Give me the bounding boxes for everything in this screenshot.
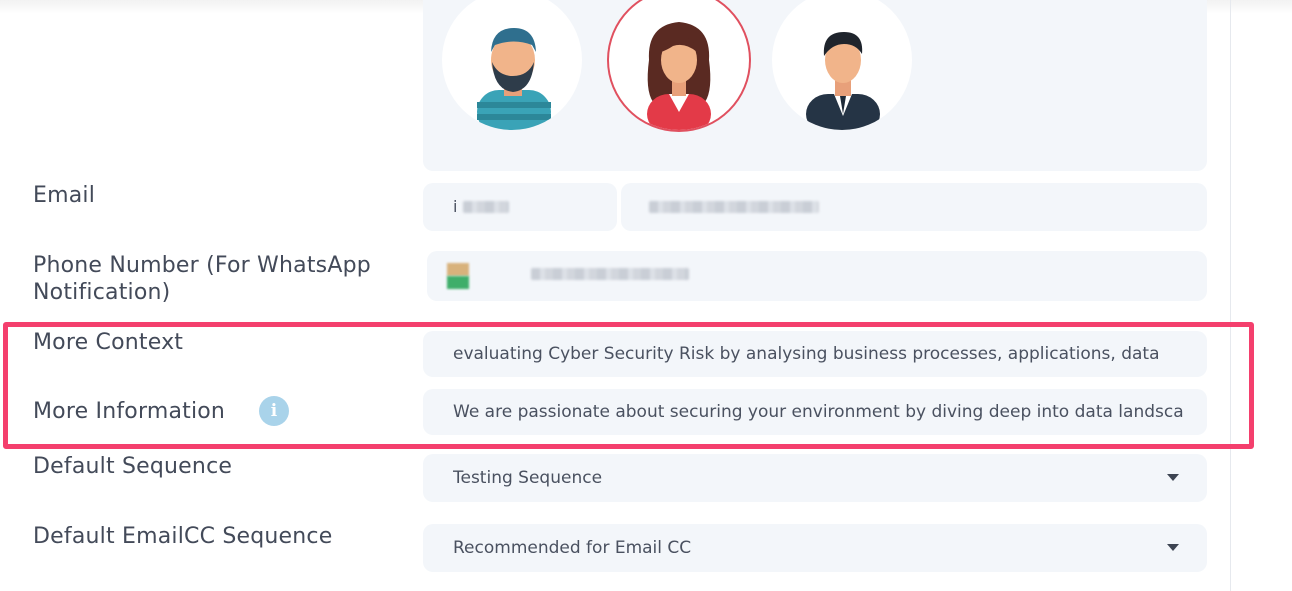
more-context-label: More Context [33,330,184,355]
default-sequence-label: Default Sequence [33,454,233,479]
info-icon[interactable]: i [259,396,289,426]
man-suit-avatar-icon [806,32,880,130]
woman-avatar-icon [647,22,711,130]
default-emailcc-sequence-value: Recommended for Email CC [453,538,692,558]
default-emailcc-sequence-select[interactable]: Recommended for Email CC [423,524,1207,572]
default-sequence-select[interactable]: Testing Sequence [423,454,1207,502]
right-divider [1230,0,1231,591]
avatar-option-man-suit[interactable] [772,0,912,130]
phone-label-line2: Notification) [33,280,171,305]
chevron-down-icon [1167,474,1179,481]
more-information-label: More Information [33,399,226,424]
more-context-value: evaluating Cyber Security Risk by analys… [453,344,1160,364]
more-context-field[interactable]: evaluating Cyber Security Risk by analys… [423,331,1207,377]
redacted-text [649,201,819,213]
country-flag-icon[interactable] [447,263,469,289]
email-local-value: i [453,197,458,216]
more-information-field[interactable]: We are passionate about securing your en… [423,389,1207,435]
man-beard-avatar-icon [477,28,551,130]
phone-label-line1: Phone Number (For WhatsApp [33,253,371,278]
default-emailcc-sequence-label: Default EmailCC Sequence [33,524,333,549]
redacted-text [463,201,509,213]
chevron-down-icon [1167,544,1179,551]
email-domain-field[interactable] [621,183,1207,231]
avatar-option-woman[interactable] [609,0,749,130]
phone-number-label: Phone Number (For WhatsApp Notification) [33,252,371,306]
avatar-option-man-beard[interactable] [442,0,582,130]
phone-number-field[interactable] [427,251,1207,301]
redacted-text [531,268,689,280]
more-information-value: We are passionate about securing your en… [453,402,1183,422]
avatar-selection-panel [423,0,1207,171]
email-label: Email [33,183,96,208]
email-local-part-field[interactable]: i [423,183,617,231]
default-sequence-value: Testing Sequence [453,468,603,488]
